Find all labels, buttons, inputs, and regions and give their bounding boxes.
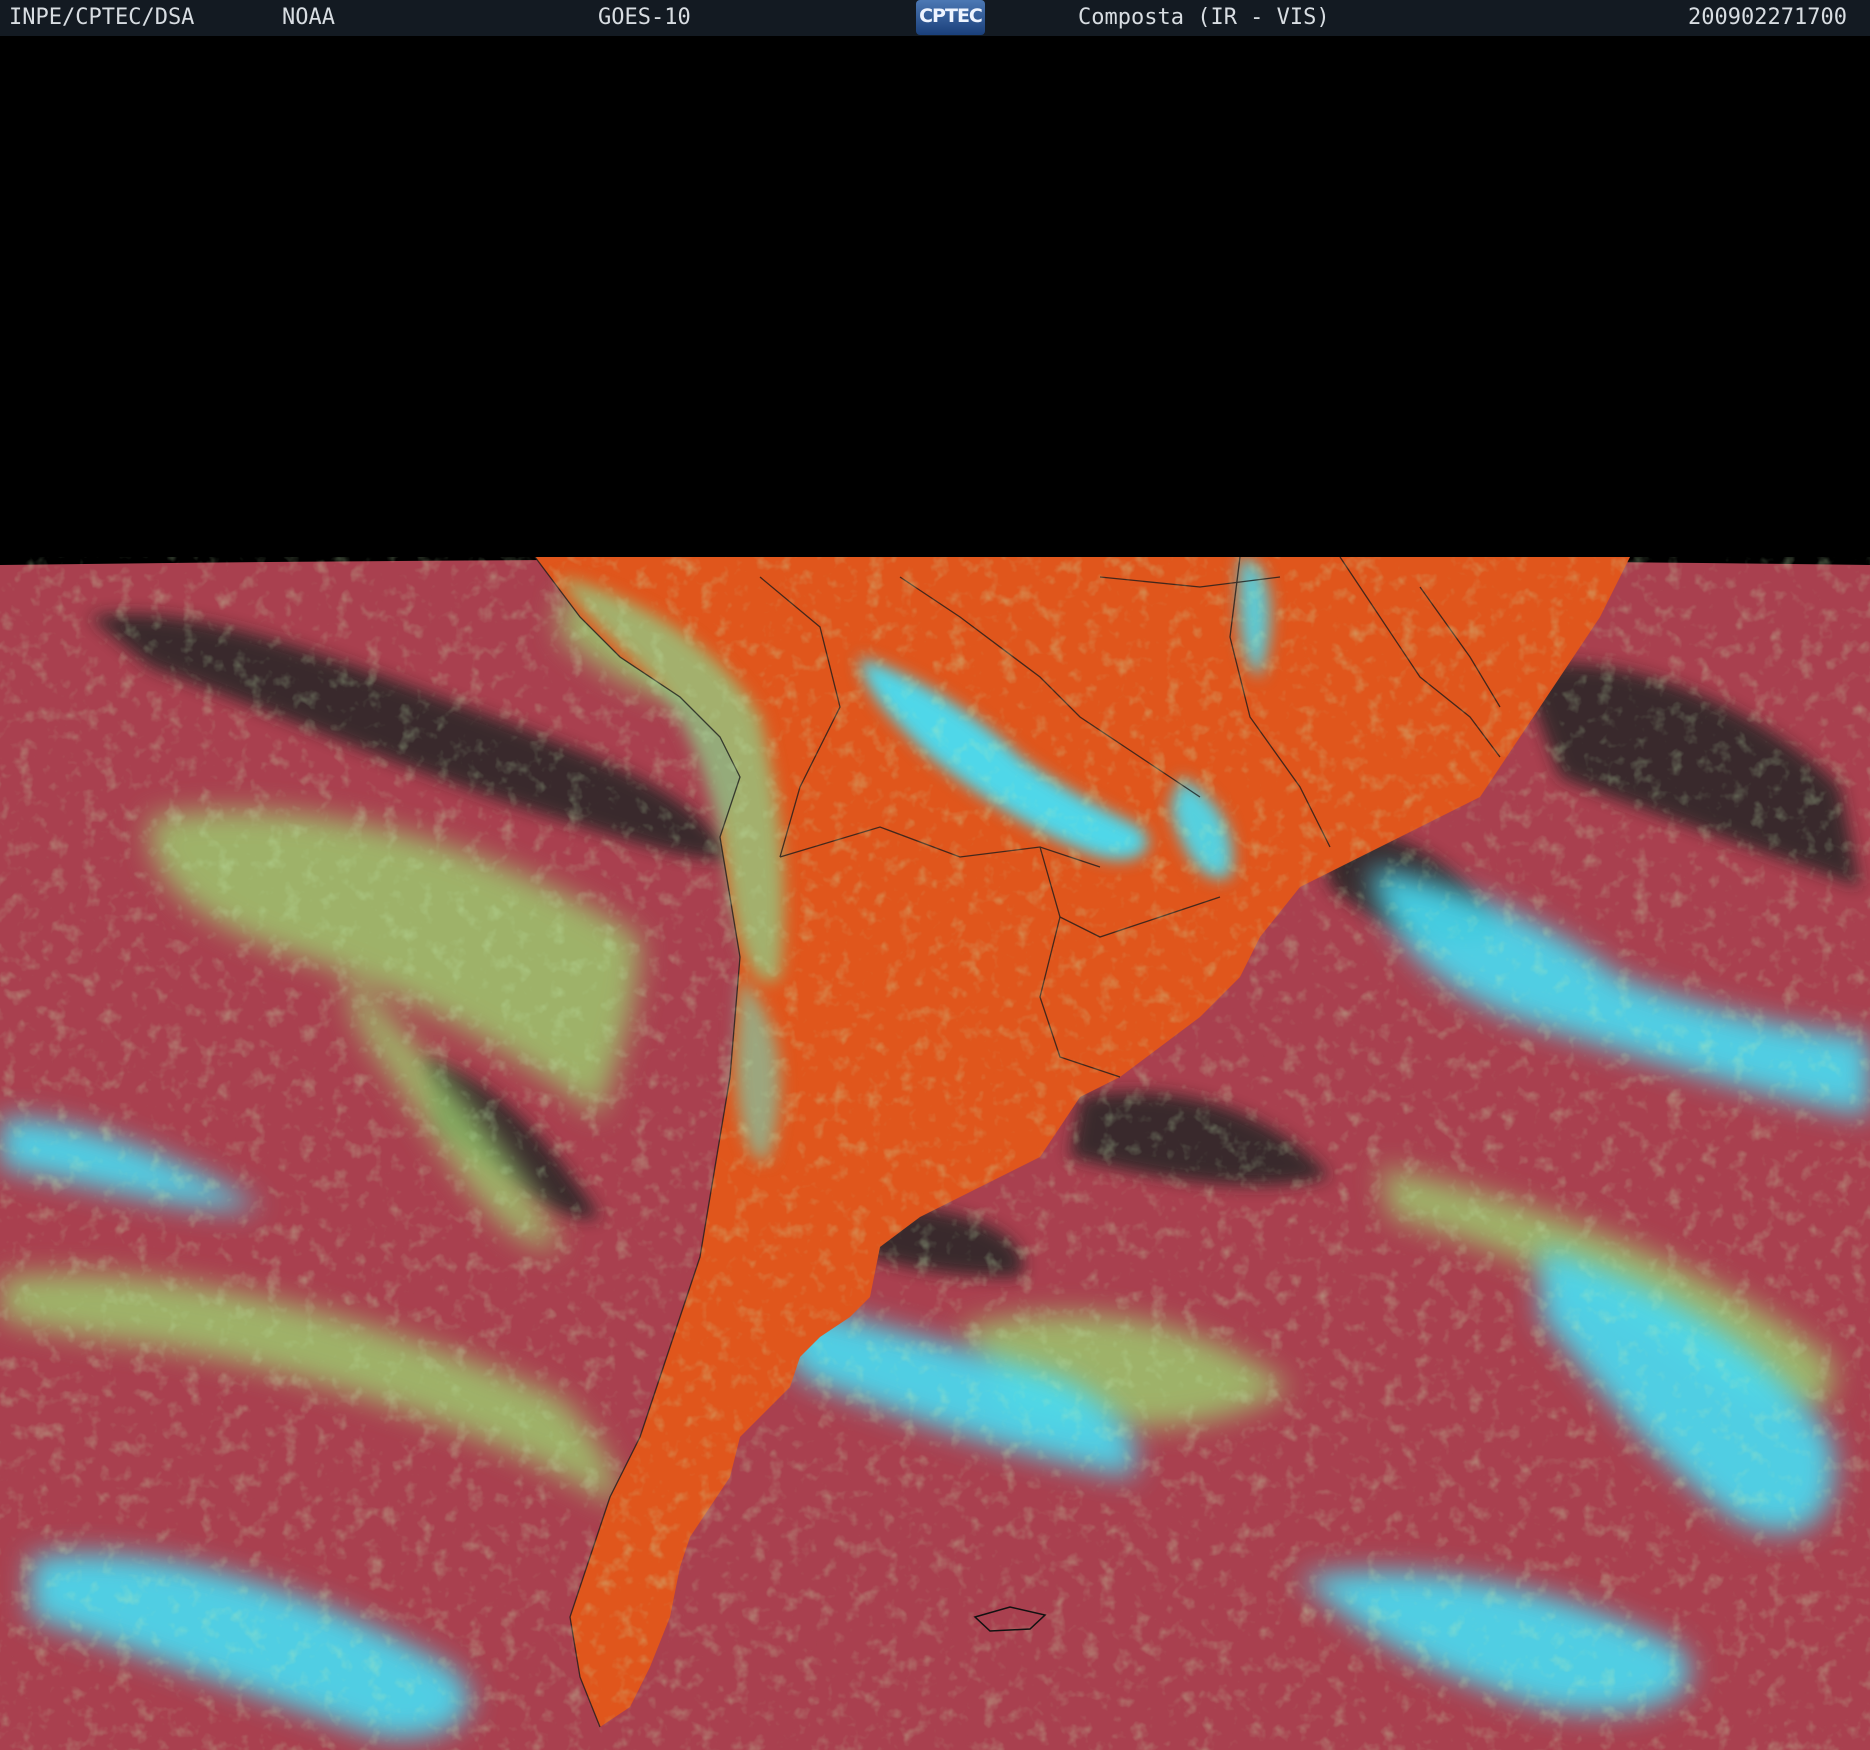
satellite-composite-image (0, 557, 1870, 1750)
cloud-texture-overlay (0, 557, 1870, 1750)
org-label: INPE/CPTEC/DSA (9, 5, 195, 30)
cptec-logo: CPTEC (916, 0, 985, 35)
image-header-bar: INPE/CPTEC/DSA NOAA GOES-10 CPTEC Compos… (0, 0, 1870, 36)
product-label: Composta (IR - VIS) (1078, 5, 1330, 30)
satellite-label: GOES-10 (598, 5, 691, 30)
timestamp-label: 200902271700 (1688, 5, 1847, 30)
agency-label: NOAA (282, 5, 335, 30)
cptec-logo-text: CPTEC (919, 5, 983, 27)
no-data-area (0, 36, 1870, 561)
